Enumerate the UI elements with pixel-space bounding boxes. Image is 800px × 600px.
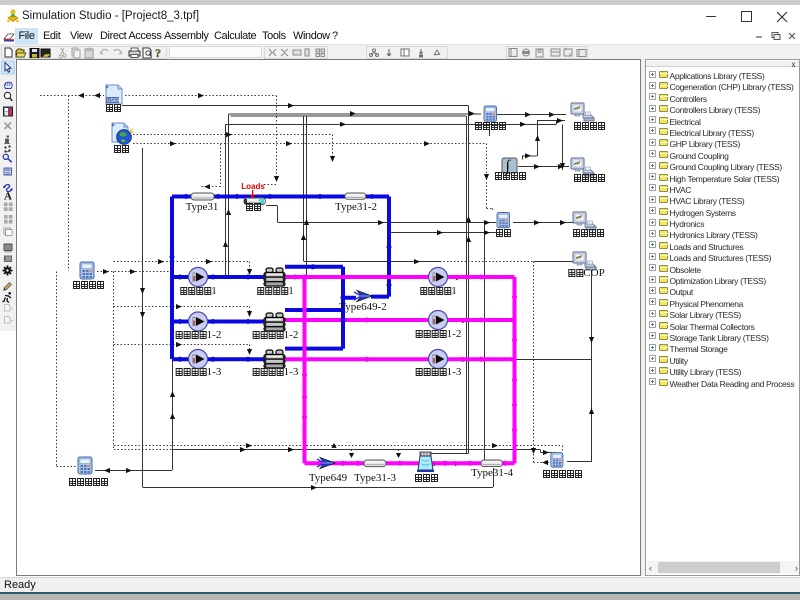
svg-text:?: ?	[155, 46, 161, 60]
svg-text:A: A	[4, 191, 12, 203]
